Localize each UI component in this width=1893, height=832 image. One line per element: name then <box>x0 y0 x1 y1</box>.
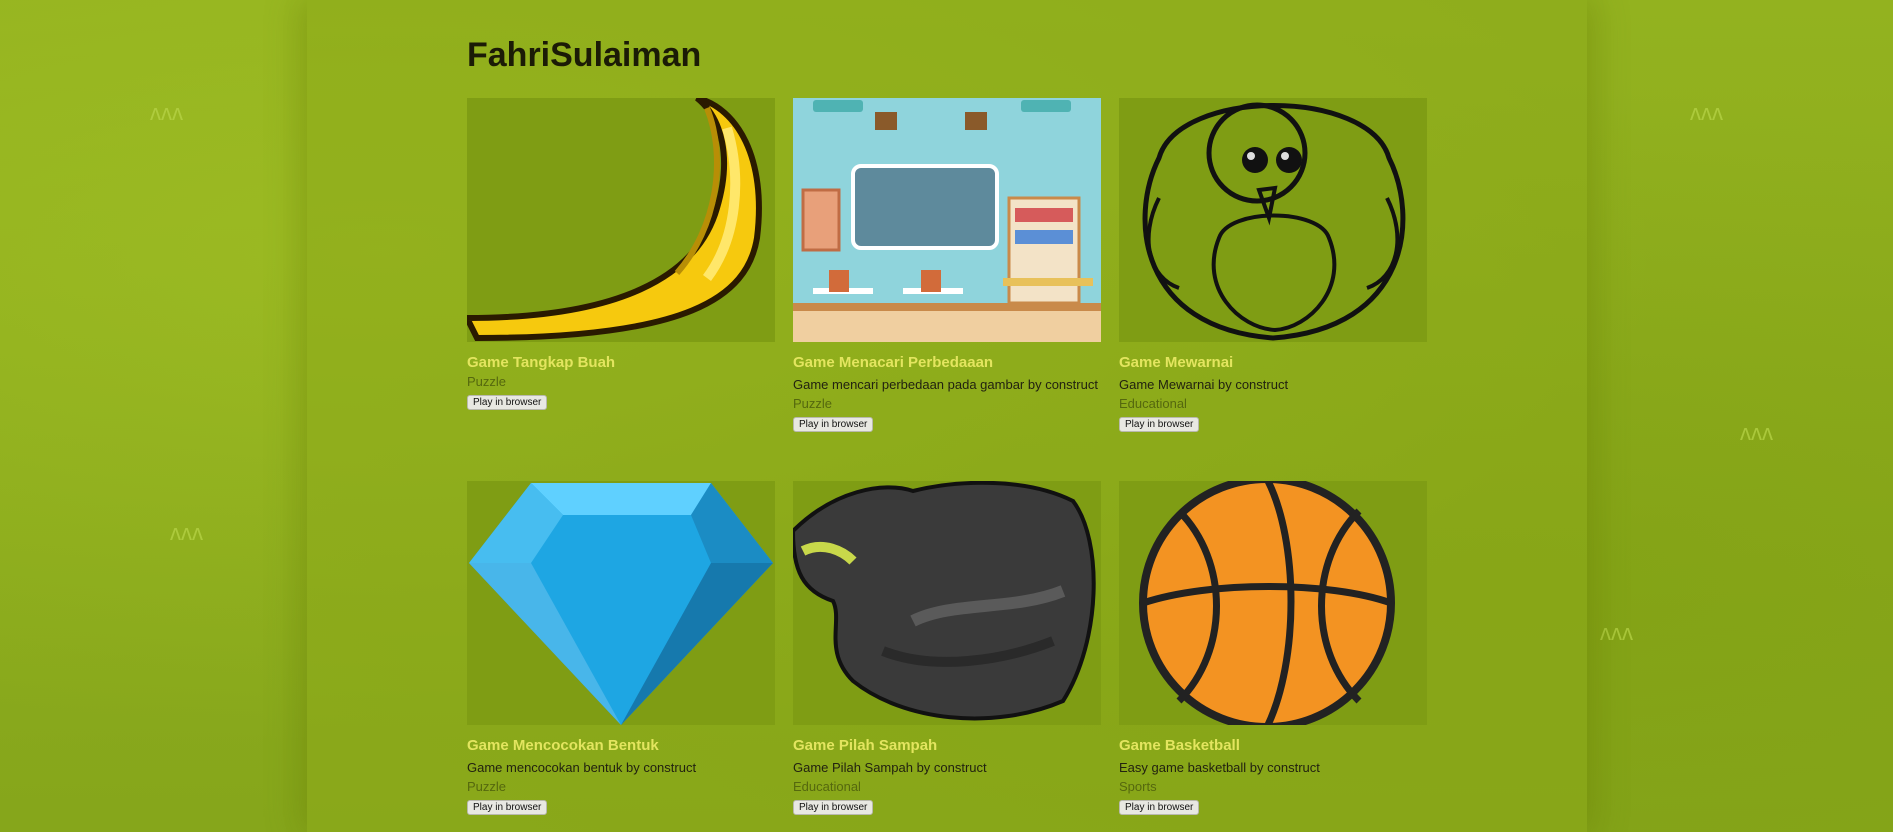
game-cell: Game Pilah Sampah Game Pilah Sampah by c… <box>793 481 1101 815</box>
banana-icon <box>467 98 775 342</box>
game-genre: Puzzle <box>793 396 833 411</box>
owl-outline-icon <box>1119 98 1427 342</box>
diamond-icon <box>467 481 775 725</box>
game-thumbnail[interactable] <box>467 98 775 342</box>
game-cell: Game Menacari Perbedaaan Game mencari pe… <box>793 98 1101 432</box>
game-cell: Game Basketball Easy game basketball by … <box>1119 481 1427 815</box>
game-title-link[interactable]: Game Basketball <box>1119 737 1427 754</box>
trash-bag-icon <box>793 481 1101 725</box>
game-title-link[interactable]: Game Menacari Perbedaaan <box>793 354 1101 371</box>
game-cell: Game Mewarnai Game Mewarnai by construct… <box>1119 98 1427 432</box>
game-genre: Puzzle <box>467 374 507 389</box>
game-genre: Educational <box>793 779 861 794</box>
game-genre: Puzzle <box>467 779 507 794</box>
game-cell: Game Mencocokan Bentuk Game mencocokan b… <box>467 481 775 815</box>
game-title-link[interactable]: Game Mewarnai <box>1119 354 1427 371</box>
game-thumbnail[interactable] <box>467 481 775 725</box>
game-description: Game Pilah Sampah by construct <box>793 760 987 775</box>
game-thumbnail[interactable] <box>793 481 1101 725</box>
game-description: Game mencari perbedaan pada gambar by co… <box>793 377 1098 392</box>
play-in-browser-button[interactable]: Play in browser <box>467 395 548 410</box>
game-description: Game mencocokan bentuk by construct <box>467 760 697 775</box>
play-in-browser-button[interactable]: Play in browser <box>467 800 548 815</box>
game-title-link[interactable]: Game Mencocokan Bentuk <box>467 737 775 754</box>
play-in-browser-button[interactable]: Play in browser <box>1119 800 1200 815</box>
page-title: FahriSulaiman <box>467 36 702 74</box>
game-description: Game Mewarnai by construct <box>1119 377 1289 392</box>
game-thumbnail[interactable] <box>793 98 1101 342</box>
play-in-browser-button[interactable]: Play in browser <box>793 800 874 815</box>
basketball-icon <box>1119 481 1427 725</box>
game-thumbnail[interactable] <box>1119 481 1427 725</box>
game-title-link[interactable]: Game Tangkap Buah <box>467 354 775 371</box>
classroom-image <box>793 98 1101 342</box>
game-description: Easy game basketball by construct <box>1119 760 1320 775</box>
game-thumbnail[interactable] <box>1119 98 1427 342</box>
game-genre: Sports <box>1119 779 1157 794</box>
play-in-browser-button[interactable]: Play in browser <box>1119 417 1200 432</box>
game-title-link[interactable]: Game Pilah Sampah <box>793 737 1101 754</box>
game-genre: Educational <box>1119 396 1187 411</box>
play-in-browser-button[interactable]: Play in browser <box>793 417 874 432</box>
game-cell: Game Tangkap Buah Puzzle Play in browser <box>467 98 775 410</box>
